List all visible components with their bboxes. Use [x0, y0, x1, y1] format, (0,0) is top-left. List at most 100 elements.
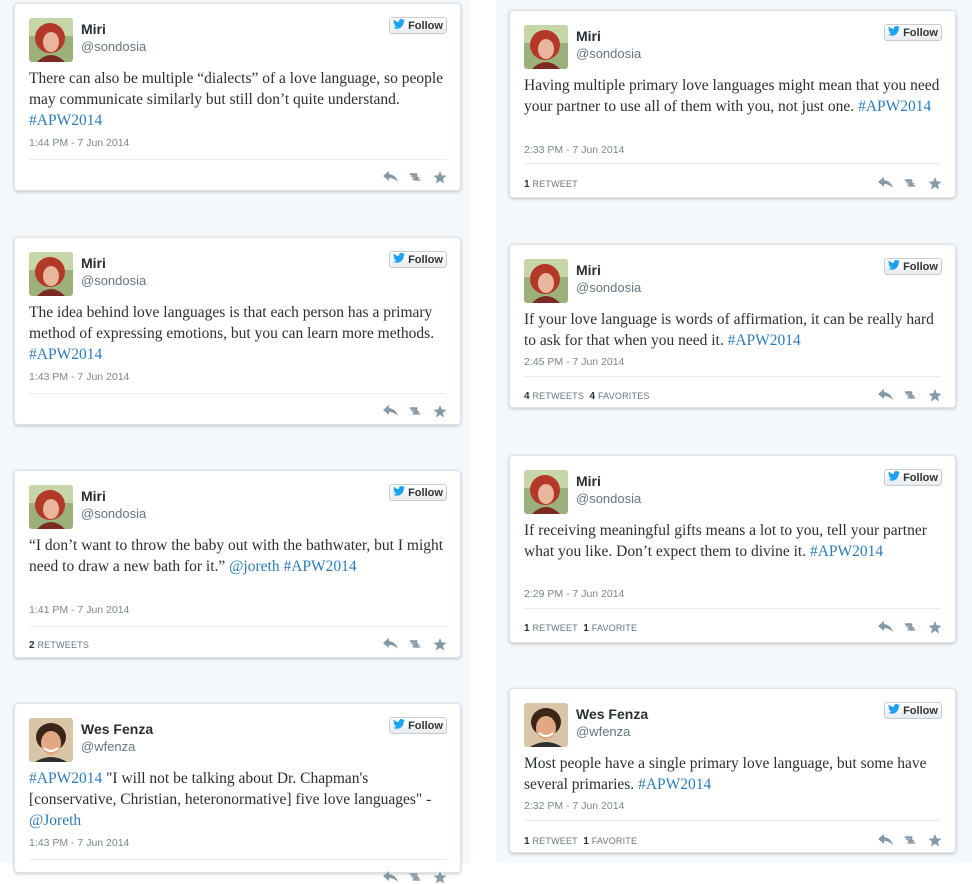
hashtag-link[interactable]: #APW2014: [638, 776, 711, 793]
tweet-text: The idea behind love languages is that e…: [29, 302, 446, 365]
stat-label[interactable]: RETWEET: [532, 623, 577, 633]
reply-icon[interactable]: [877, 176, 893, 190]
author-name[interactable]: Miri: [81, 255, 106, 271]
stat-label[interactable]: RETWEETS: [37, 640, 89, 650]
stat-label[interactable]: FAVORITES: [598, 391, 650, 401]
timestamp[interactable]: 1:43 PM - 7 Jun 2014: [29, 371, 129, 383]
reply-icon[interactable]: [382, 170, 398, 184]
favorite-star-icon[interactable]: [927, 176, 943, 190]
follow-label: Follow: [903, 260, 938, 273]
favorite-star-icon[interactable]: [927, 388, 943, 402]
avatar[interactable]: [524, 25, 568, 69]
retweet-icon[interactable]: [902, 388, 918, 402]
timestamp[interactable]: 1:43 PM - 7 Jun 2014: [29, 837, 129, 849]
hashtag-link[interactable]: #APW2014: [29, 770, 102, 787]
stat-label[interactable]: FAVORITE: [592, 623, 637, 633]
tweet-card[interactable]: Miri @sondosia Follow Having multiple prima…: [509, 10, 956, 198]
reply-icon[interactable]: [877, 620, 893, 634]
retweet-icon[interactable]: [407, 404, 423, 418]
favorite-star-icon[interactable]: [927, 620, 943, 634]
hashtag-link[interactable]: #APW2014: [29, 346, 102, 363]
follow-button[interactable]: Follow: [884, 258, 942, 275]
author-handle[interactable]: @sondosia: [576, 46, 641, 61]
tweet-card[interactable]: Miri @sondosia Follow If receiving meaningf…: [509, 455, 956, 643]
tweet-card[interactable]: Miri @sondosia Follow “I don’t want to thro…: [14, 470, 461, 658]
tweet-card[interactable]: Wes Fenza @wfenza Follow #APW2014 "I will n…: [14, 703, 461, 883]
timestamp[interactable]: 2:29 PM - 7 Jun 2014: [524, 588, 624, 600]
twitter-bird-icon: [888, 471, 901, 484]
retweet-icon[interactable]: [407, 637, 423, 651]
reply-icon[interactable]: [382, 404, 398, 418]
reply-icon[interactable]: [877, 388, 893, 402]
follow-button[interactable]: Follow: [389, 717, 447, 734]
stat-label[interactable]: RETWEETS: [532, 391, 584, 401]
timestamp[interactable]: 2:45 PM - 7 Jun 2014: [524, 356, 624, 368]
retweet-icon[interactable]: [407, 870, 423, 884]
author-handle[interactable]: @sondosia: [81, 273, 146, 288]
tweet-card[interactable]: Miri @sondosia Follow The idea behind love …: [14, 237, 461, 425]
author-name[interactable]: Miri: [81, 21, 106, 37]
reply-icon[interactable]: [877, 833, 893, 847]
author-name[interactable]: Wes Fenza: [576, 706, 648, 722]
author-handle[interactable]: @wfenza: [81, 739, 135, 754]
tweet-card[interactable]: Miri @sondosia Follow There can also be mul…: [14, 3, 461, 191]
favorite-star-icon[interactable]: [432, 870, 448, 884]
timestamp[interactable]: 1:44 PM - 7 Jun 2014: [29, 137, 129, 149]
avatar[interactable]: [29, 18, 73, 62]
hashtag-link[interactable]: #APW2014: [728, 332, 801, 349]
hashtag-link[interactable]: #APW2014: [858, 98, 931, 115]
follow-button[interactable]: Follow: [389, 251, 447, 268]
retweet-icon[interactable]: [902, 833, 918, 847]
avatar[interactable]: [29, 252, 73, 296]
avatar[interactable]: [524, 259, 568, 303]
timestamp[interactable]: 2:33 PM - 7 Jun 2014: [524, 144, 624, 156]
follow-button[interactable]: Follow: [389, 484, 447, 501]
hashtag-link[interactable]: #APW2014: [810, 543, 883, 560]
avatar[interactable]: [29, 485, 73, 529]
favorite-star-icon[interactable]: [432, 170, 448, 184]
tweet-actions: [382, 170, 448, 184]
mention-link[interactable]: @Joreth: [29, 812, 81, 829]
avatar[interactable]: [524, 703, 568, 747]
retweet-icon[interactable]: [902, 620, 918, 634]
reply-icon[interactable]: [382, 870, 398, 884]
follow-button[interactable]: Follow: [389, 17, 447, 34]
tweet-actions: [382, 637, 448, 651]
author-name[interactable]: Miri: [576, 28, 601, 44]
avatar[interactable]: [524, 470, 568, 514]
tweet-card[interactable]: Wes Fenza @wfenza Follow Most people have a…: [509, 688, 956, 853]
hashtag-link[interactable]: #APW2014: [283, 558, 356, 575]
author-name[interactable]: Wes Fenza: [81, 721, 153, 737]
timestamp[interactable]: 1:41 PM - 7 Jun 2014: [29, 604, 129, 616]
author-name[interactable]: Miri: [576, 262, 601, 278]
author-handle[interactable]: @wfenza: [576, 724, 630, 739]
tweet-text: If receiving meaningful gifts means a lo…: [524, 520, 941, 562]
tweet-text: “I don’t want to throw the baby out with…: [29, 535, 446, 577]
follow-button[interactable]: Follow: [884, 24, 942, 41]
tweet-text: Having multiple primary love languages m…: [524, 75, 941, 117]
favorite-star-icon[interactable]: [927, 833, 943, 847]
retweet-icon[interactable]: [407, 170, 423, 184]
author-handle[interactable]: @sondosia: [576, 280, 641, 295]
author-handle[interactable]: @sondosia: [81, 39, 146, 54]
follow-button[interactable]: Follow: [884, 702, 942, 719]
mention-link[interactable]: @joreth: [229, 558, 279, 575]
stat-label[interactable]: RETWEET: [532, 836, 577, 846]
favorite-star-icon[interactable]: [432, 404, 448, 418]
divider: [29, 393, 446, 394]
tweet-card[interactable]: Miri @sondosia Follow If your love language…: [509, 244, 956, 408]
stat-count: 4: [589, 391, 596, 402]
timestamp[interactable]: 2:32 PM - 7 Jun 2014: [524, 800, 624, 812]
favorite-star-icon[interactable]: [432, 637, 448, 651]
author-handle[interactable]: @sondosia: [81, 506, 146, 521]
avatar[interactable]: [29, 718, 73, 762]
follow-button[interactable]: Follow: [884, 469, 942, 486]
retweet-icon[interactable]: [902, 176, 918, 190]
stat-label[interactable]: RETWEET: [532, 179, 577, 189]
author-handle[interactable]: @sondosia: [576, 491, 641, 506]
hashtag-link[interactable]: #APW2014: [29, 112, 102, 129]
reply-icon[interactable]: [382, 637, 398, 651]
author-name[interactable]: Miri: [576, 473, 601, 489]
author-name[interactable]: Miri: [81, 488, 106, 504]
stat-label[interactable]: FAVORITE: [592, 836, 637, 846]
